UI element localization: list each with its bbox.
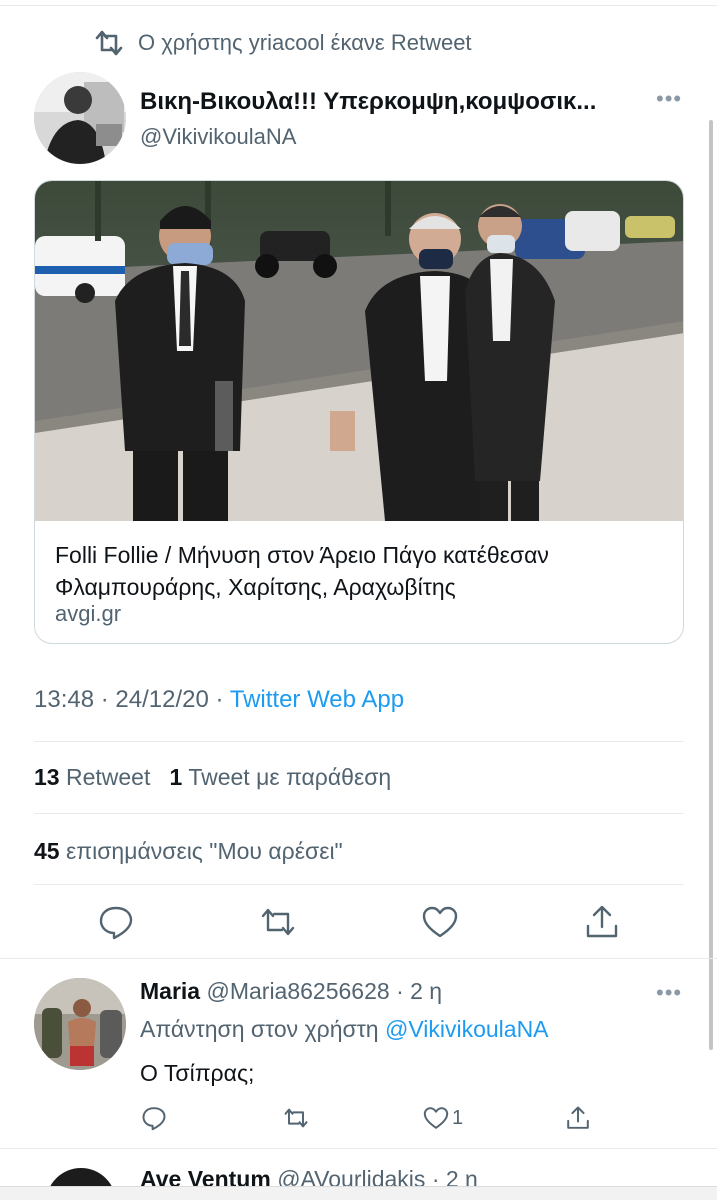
divider <box>0 958 717 959</box>
card-image <box>35 181 683 521</box>
reply-icon[interactable] <box>96 902 136 942</box>
reply-header: Maria @Maria86256628 · 2 η <box>140 978 442 1005</box>
share-icon[interactable] <box>564 1102 592 1134</box>
retweets-count: 13 <box>34 764 60 790</box>
tweet-meta: 13:48 · 24/12/20 · Twitter Web App <box>34 686 404 714</box>
likes-label: επισημάνσεις "Μου αρέσει" <box>65 838 343 864</box>
retweet-icon[interactable] <box>258 902 298 942</box>
reply-text: Ο Τσίπρας; <box>140 1060 255 1086</box>
reply-to-mention[interactable]: @VikivikoulaNA <box>385 1016 549 1042</box>
reply-to-prefix: Απάντηση στον χρήστη <box>140 1016 379 1042</box>
divider <box>34 813 684 814</box>
retweet-icon <box>95 30 123 56</box>
meta-separator: · <box>100 686 109 713</box>
reply-icon[interactable] <box>140 1102 168 1134</box>
quotes-count: 1 <box>169 764 183 790</box>
tweet-time[interactable]: 13:48 <box>34 686 94 713</box>
top-divider <box>0 0 717 6</box>
link-card[interactable]: Folli Follie / Μήνυση στον Άρειο Πάγο κα… <box>34 180 684 644</box>
quotes-label: Tweet με παράθεση <box>188 764 392 790</box>
tweet-actions <box>34 902 684 946</box>
divider <box>34 741 684 742</box>
tweet-source[interactable]: Twitter Web App <box>230 686 404 713</box>
reply-avatar[interactable] <box>34 978 126 1070</box>
like-button[interactable]: 1 <box>422 1102 463 1134</box>
card-title: Folli Follie / Μήνυση στον Άρειο Πάγο κα… <box>55 542 549 600</box>
tweet-header: Βικη-Βικουλα!!! Υπερκομψη,κομψοσικ... @V… <box>34 72 684 164</box>
reply-like-count: 1 <box>452 1106 464 1129</box>
retweet-banner[interactable]: Ο χρήστης yriacool έκανε Retweet <box>92 28 472 58</box>
reply-to: Απάντηση στον χρήστη @VikivikoulaNA <box>140 1016 549 1043</box>
share-icon[interactable] <box>582 902 622 942</box>
author-avatar[interactable] <box>34 72 126 164</box>
tweet-date[interactable]: 24/12/20 <box>115 686 208 713</box>
like-icon[interactable] <box>420 902 460 942</box>
card-domain: avgi.gr <box>55 601 122 626</box>
reply-time[interactable]: · 2 η <box>396 978 442 1004</box>
more-icon[interactable]: ••• <box>656 86 682 112</box>
stats-likes[interactable]: 45 επισημάνσεις "Μου αρέσει" <box>34 838 343 865</box>
reply-author-name[interactable]: Maria <box>140 978 200 1004</box>
bottom-bar <box>0 1186 717 1200</box>
stats-retweets: 13 Retweet 1 Tweet με παράθεση <box>34 764 391 791</box>
like-icon <box>423 1107 449 1129</box>
retweet-banner-text: Ο χρήστης yriacool έκανε Retweet <box>138 30 472 55</box>
retweets-label: Retweet <box>65 764 151 790</box>
author-handle[interactable]: @VikivikoulaNA <box>140 124 296 150</box>
reply-actions: 1 <box>140 1102 610 1136</box>
divider <box>34 884 684 885</box>
retweet-icon[interactable] <box>280 1102 312 1134</box>
reply-author-handle[interactable]: @Maria86256628 <box>206 978 389 1004</box>
meta-separator: · <box>215 686 224 713</box>
quotes-stat[interactable]: 1 Tweet με παράθεση <box>170 764 392 790</box>
more-icon[interactable]: ••• <box>656 980 682 1006</box>
retweets-stat[interactable]: 13 Retweet <box>34 764 150 790</box>
author-name[interactable]: Βικη-Βικουλα!!! Υπερκομψη,κομψοσικ... <box>140 88 660 116</box>
divider <box>0 1148 717 1149</box>
scrollbar[interactable] <box>709 120 713 1050</box>
likes-count: 45 <box>34 838 60 864</box>
